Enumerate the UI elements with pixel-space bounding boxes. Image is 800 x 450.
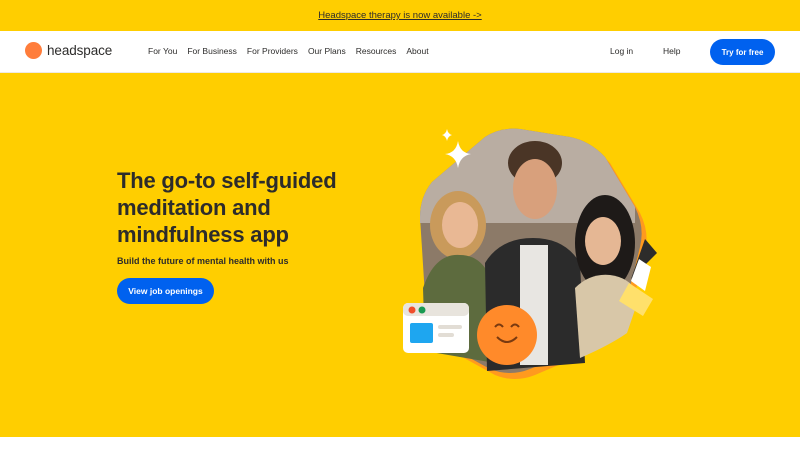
nav-link-about[interactable]: About	[406, 46, 428, 56]
person-left-face	[442, 202, 478, 248]
login-link[interactable]: Log in	[610, 46, 633, 56]
nav-link-for-business[interactable]: For Business	[187, 46, 237, 56]
hero-section: The go-to self-guided meditation and min…	[0, 73, 800, 437]
announcement-bar: Headspace therapy is now available ->	[0, 0, 800, 31]
page-bottom-band	[0, 437, 800, 450]
nav-link-for-you[interactable]: For You	[148, 46, 177, 56]
hero-illustration	[403, 128, 657, 379]
app-window-icon	[403, 303, 469, 353]
hero-subtitle: Build the future of mental health with u…	[117, 256, 289, 266]
hero-title: The go-to self-guided meditation and min…	[117, 168, 337, 247]
logo-text: headspace	[47, 43, 113, 58]
help-link[interactable]: Help	[663, 46, 680, 56]
nav-links: For You For Business For Providers Our P…	[148, 46, 439, 56]
headspace-logo[interactable]: headspace	[25, 42, 112, 59]
person-right-face	[585, 217, 621, 265]
smiley-orange-icon	[477, 305, 537, 365]
nav-link-resources[interactable]: Resources	[356, 46, 397, 56]
view-job-openings-button[interactable]: View job openings	[117, 278, 214, 304]
try-for-free-button[interactable]: Try for free	[710, 39, 775, 65]
top-navigation: headspace For You For Business For Provi…	[0, 31, 800, 73]
sparkle-small-icon	[442, 129, 452, 141]
nav-link-for-providers[interactable]: For Providers	[247, 46, 298, 56]
person-middle-face	[513, 159, 557, 219]
announcement-link[interactable]: Headspace therapy is now available ->	[318, 10, 481, 21]
nav-link-our-plans[interactable]: Our Plans	[308, 46, 346, 56]
orange-dot-icon	[25, 42, 42, 59]
